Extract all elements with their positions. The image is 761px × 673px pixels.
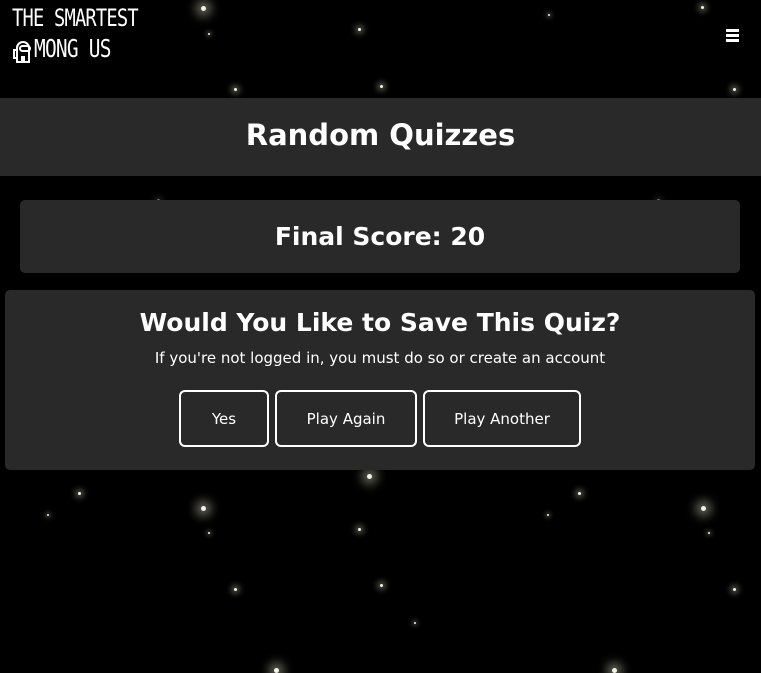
play-again-button[interactable]: Play Again — [275, 390, 417, 447]
logo-text-line1: THE SMARTEST — [12, 4, 139, 32]
play-another-button[interactable]: Play Another — [423, 390, 581, 447]
site-logo[interactable]: THE SMARTEST MONG US — [12, 4, 139, 68]
save-quiz-card: Would You Like to Save This Quiz? If you… — [5, 290, 755, 470]
save-quiz-heading: Would You Like to Save This Quiz? — [139, 308, 621, 337]
page-title: Random Quizzes — [245, 118, 516, 152]
login-notice: If you're not logged in, you must do so … — [154, 349, 606, 367]
yes-button[interactable]: Yes — [179, 390, 269, 447]
page-header: Random Quizzes — [0, 98, 761, 176]
crewmate-icon — [13, 41, 31, 63]
logo-text-line2: MONG US — [34, 34, 112, 63]
hamburger-menu-icon[interactable] — [724, 26, 742, 44]
final-score: Final Score: 20 — [274, 222, 486, 251]
score-card: Final Score: 20 — [20, 200, 740, 273]
